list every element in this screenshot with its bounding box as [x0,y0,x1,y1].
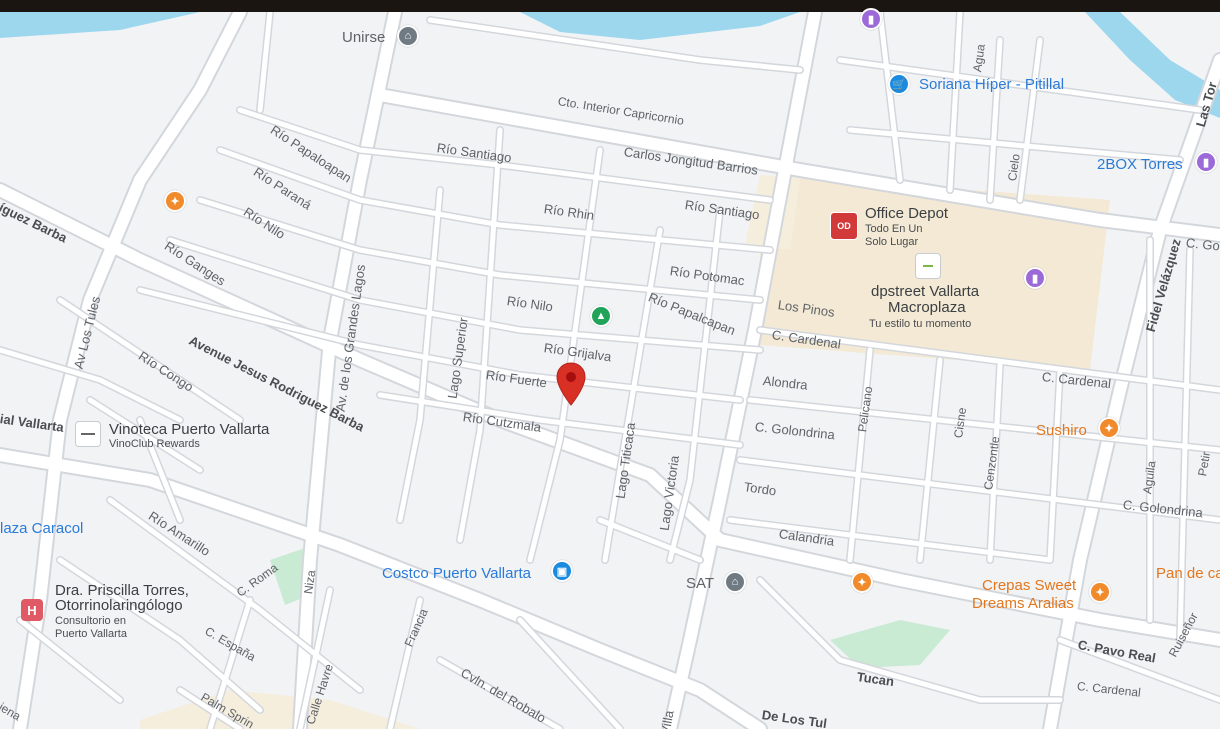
poi-crepas-label[interactable]: Dreams Aralias [972,596,1074,611]
poi-dra-sub: Puerto Vallarta [55,628,127,640]
street-label: Cielo [1005,152,1023,182]
restaurant-icon[interactable]: ✦ [164,190,186,212]
vinoteca-logo-icon[interactable] [75,421,101,447]
hospital-icon[interactable]: H [21,599,43,621]
poi-2box-label[interactable]: 2BOX Torres [1097,157,1183,172]
poi-office-depot-sub: Solo Lugar [865,236,919,248]
street-label: Villa [657,709,677,729]
government-building-icon[interactable]: ⌂ [724,571,746,593]
mall-icon[interactable]: ▮ [1024,267,1046,289]
map-canvas[interactable]: Cto. Interior Capricornio Carlos Jongitu… [0,0,1220,729]
poi-soriana-label[interactable]: Soriana Híper - Pitillal [919,77,1064,92]
shopping-cart-icon[interactable]: 🛒 [888,73,910,95]
poi-dpstreet-label[interactable]: dpstreet Vallarta [871,284,979,299]
street-label: Niza [301,569,319,595]
poi-dra-sub: Consultorio en [55,615,126,627]
poi-dpstreet-sub: Tu estilo tu momento [869,318,972,330]
restaurant-icon[interactable]: ✦ [851,571,873,593]
storage-icon[interactable]: ▮ [1195,151,1217,173]
poi-vinoteca-label[interactable]: Vinoteca Puerto Vallarta [109,422,269,437]
poi-costco-label[interactable]: Costco Puerto Vallarta [382,566,531,581]
restaurant-icon[interactable]: ✦ [1089,581,1111,603]
poi-sat-label[interactable]: SAT [686,576,714,591]
street-label: C. Go [1185,235,1220,254]
poi-vinoteca-sub: VinoClub Rewards [109,438,200,450]
restaurant-icon[interactable]: ✦ [1098,417,1120,439]
office-depot-logo-icon[interactable]: OD [830,212,858,240]
poi-sushiro-label[interactable]: Sushiro [1036,423,1087,438]
poi-dra-label[interactable]: Dra. Priscilla Torres, [55,583,189,598]
university-icon[interactable]: ⌂ [397,25,419,47]
poi-plaza-caracol-label[interactable]: laza Caracol [0,521,83,536]
road-network [0,12,1220,729]
shopping-bag-icon[interactable]: ▣ [551,560,573,582]
poi-unirse-label[interactable]: Unirse [342,30,385,45]
poi-office-depot-label[interactable]: Office Depot [865,206,948,221]
red-location-pin-icon[interactable] [556,362,586,406]
shopping-icon[interactable]: ▮ [860,8,882,30]
poi-dra-label[interactable]: Otorrinolaringólogo [55,598,183,613]
park-tree-icon[interactable]: ▲ [590,305,612,327]
poi-office-depot-sub: Todo En Un [865,223,923,235]
street-label: Agua [970,43,988,73]
poi-crepas-label[interactable]: Crepas Sweet [982,578,1076,593]
poi-dpstreet-label[interactable]: Macroplaza [888,300,966,315]
top-status-bar [0,0,1220,12]
poi-pan-label[interactable]: Pan de ca [1156,566,1220,581]
dpstreet-logo-icon[interactable] [915,253,941,279]
